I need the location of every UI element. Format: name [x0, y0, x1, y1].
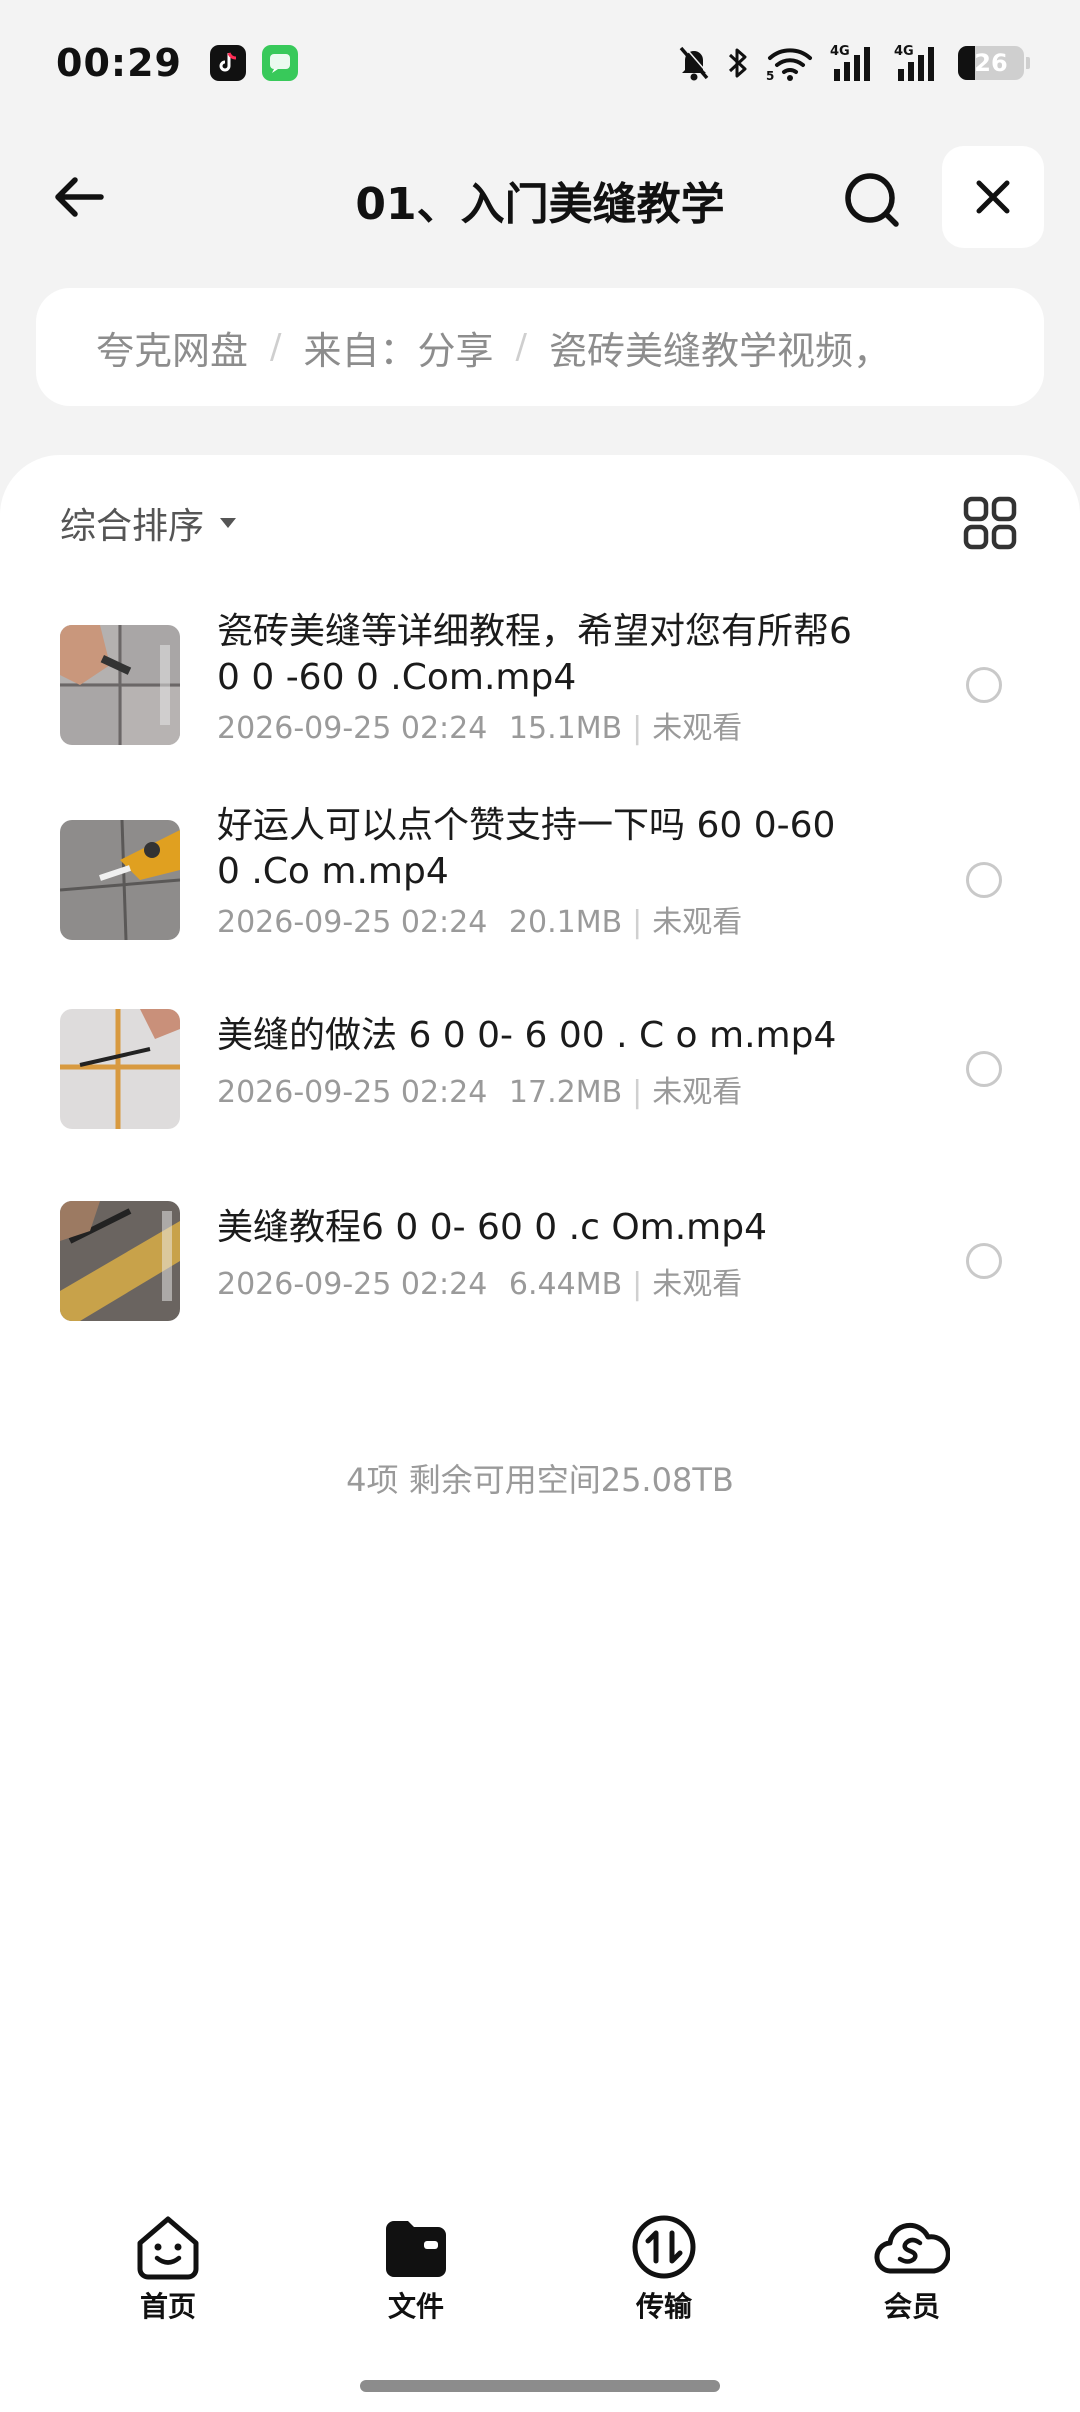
nav-item-member[interactable]: 会员 — [842, 2213, 982, 2325]
file-row[interactable]: 美缝教程6 0 0- 60 0 .c Om.mp4 2026-09-25 02:… — [0, 1165, 1080, 1365]
search-button[interactable] — [832, 160, 912, 240]
nav-item-home[interactable]: 首页 — [98, 2213, 238, 2325]
file-row[interactable]: 好运人可以点个赞支持一下吗 60 0-60 0 .Co m.mp4 2026-0… — [0, 775, 1080, 975]
file-date: 2026-09-25 02:24 — [217, 905, 488, 940]
breadcrumb-item-share[interactable]: 来自：分享 — [303, 320, 493, 375]
file-size: 15.1MB — [508, 711, 623, 746]
nav-label: 文件 — [387, 2290, 444, 2323]
file-date: 2026-09-25 02:24 — [217, 711, 488, 746]
breadcrumb-item-folder[interactable]: 瓷砖美缝教学视频， — [549, 320, 891, 375]
video-thumbnail — [60, 1201, 180, 1321]
file-info: 好运人可以点个赞支持一下吗 60 0-60 0 .Co m.mp4 2026-0… — [217, 803, 857, 941]
tiktok-app-icon — [209, 44, 246, 81]
file-panel: 综合排序 瓷砖美缝等详细教程，希望对您有所帮60 0 -60 0 .Com.mp… — [0, 455, 1080, 2412]
select-radio[interactable] — [966, 1051, 1002, 1087]
status-time: 00:29 — [56, 40, 182, 85]
file-row[interactable]: 美缝的做法 6 0 0- 6 00 . C o m.mp4 2026-09-25… — [0, 975, 1080, 1165]
transfer-icon — [632, 2215, 696, 2279]
file-watch-status: 未观看 — [652, 711, 743, 746]
meta-separator: | — [632, 1267, 643, 1302]
bluetooth-icon — [726, 44, 750, 82]
file-date: 2026-09-25 02:24 — [217, 1267, 488, 1302]
close-button[interactable] — [942, 146, 1044, 248]
file-date: 2026-09-25 02:24 — [217, 1075, 488, 1110]
file-meta: 2026-09-25 02:24 17.2MB | 未观看 — [217, 1067, 857, 1111]
signal-icon: 4G — [894, 43, 944, 83]
network-type-label: 4G — [830, 44, 850, 59]
breadcrumb-separator: / — [515, 327, 527, 367]
nav-label: 首页 — [139, 2290, 196, 2323]
meta-separator: | — [632, 1075, 643, 1110]
svg-text:5: 5 — [766, 69, 774, 82]
select-radio[interactable] — [966, 1243, 1002, 1279]
select-radio[interactable] — [966, 667, 1002, 703]
breadcrumb-item-root[interactable]: 夸克网盘 — [96, 320, 248, 375]
nav-item-files[interactable]: 文件 — [346, 2213, 486, 2325]
file-row[interactable]: 瓷砖美缝等详细教程，希望对您有所帮60 0 -60 0 .Com.mp4 202… — [0, 595, 1080, 775]
file-info: 瓷砖美缝等详细教程，希望对您有所帮60 0 -60 0 .Com.mp4 202… — [217, 609, 857, 747]
header: 01、入门美缝教学 — [0, 140, 1080, 250]
status-icons: 5 4G 4G 26 — [676, 43, 1030, 83]
nav-item-transfer[interactable]: 传输 — [594, 2213, 734, 2325]
nav-label: 传输 — [635, 2290, 692, 2323]
file-name: 瓷砖美缝等详细教程，希望对您有所帮60 0 -60 0 .Com.mp4 — [217, 611, 852, 698]
file-size: 20.1MB — [508, 905, 623, 940]
storage-summary: 4项 剩余可用空间25.08TB — [346, 1461, 734, 1499]
file-watch-status: 未观看 — [652, 1267, 743, 1302]
video-thumbnail — [60, 1009, 180, 1129]
bottom-nav: 首页 文件 传输 会员 — [0, 2205, 1080, 2335]
sort-label: 综合排序 — [60, 506, 205, 547]
caret-down-icon — [220, 518, 237, 528]
message-app-icon — [261, 44, 298, 81]
breadcrumb-fade — [954, 288, 1044, 406]
close-icon — [976, 180, 1010, 214]
video-thumbnail — [60, 820, 180, 940]
mute-icon — [676, 44, 712, 82]
folder-icon — [386, 2221, 446, 2277]
file-list: 瓷砖美缝等详细教程，希望对您有所帮60 0 -60 0 .Com.mp4 202… — [0, 595, 1080, 1365]
wifi-icon: 5 — [764, 44, 816, 82]
file-meta: 2026-09-25 02:24 20.1MB | 未观看 — [217, 897, 857, 941]
file-meta: 2026-09-25 02:24 6.44MB | 未观看 — [217, 1259, 857, 1303]
grid-view-toggle[interactable] — [960, 493, 1020, 553]
file-watch-status: 未观看 — [652, 905, 743, 940]
nav-label: 会员 — [883, 2290, 940, 2323]
breadcrumb: 夸克网盘 / 来自：分享 / 瓷砖美缝教学视频， — [36, 288, 1044, 406]
page-title: 01、入门美缝教学 — [355, 179, 725, 230]
battery-level: 26 — [974, 48, 1008, 77]
grid-view-icon — [963, 496, 1017, 550]
breadcrumb-separator: / — [270, 327, 282, 367]
home-indicator[interactable] — [360, 2380, 720, 2392]
home-smile-icon — [137, 2216, 199, 2280]
file-size: 6.44MB — [508, 1267, 623, 1302]
file-watch-status: 未观看 — [652, 1075, 743, 1110]
file-name: 美缝的做法 6 0 0- 6 00 . C o m.mp4 — [217, 1015, 837, 1056]
file-name: 好运人可以点个赞支持一下吗 60 0-60 0 .Co m.mp4 — [217, 805, 836, 892]
signal-icon: 4G — [830, 43, 880, 83]
file-info: 美缝教程6 0 0- 60 0 .c Om.mp4 2026-09-25 02:… — [217, 1205, 857, 1303]
video-thumbnail — [60, 625, 180, 745]
meta-separator: | — [632, 711, 643, 746]
battery-icon: 26 — [958, 45, 1030, 80]
search-icon — [845, 173, 899, 227]
file-size: 17.2MB — [508, 1075, 623, 1110]
sort-dropdown[interactable]: 综合排序 — [60, 497, 238, 549]
network-type-label: 4G — [894, 44, 914, 59]
meta-separator: | — [632, 905, 643, 940]
file-meta: 2026-09-25 02:24 15.1MB | 未观看 — [217, 703, 857, 747]
file-info: 美缝的做法 6 0 0- 6 00 . C o m.mp4 2026-09-25… — [217, 1013, 857, 1111]
file-name: 美缝教程6 0 0- 60 0 .c Om.mp4 — [217, 1207, 767, 1248]
select-radio[interactable] — [966, 862, 1002, 898]
status-bar: 00:29 5 4G 4G 26 — [0, 0, 1080, 125]
cloud-member-icon — [874, 2222, 950, 2274]
